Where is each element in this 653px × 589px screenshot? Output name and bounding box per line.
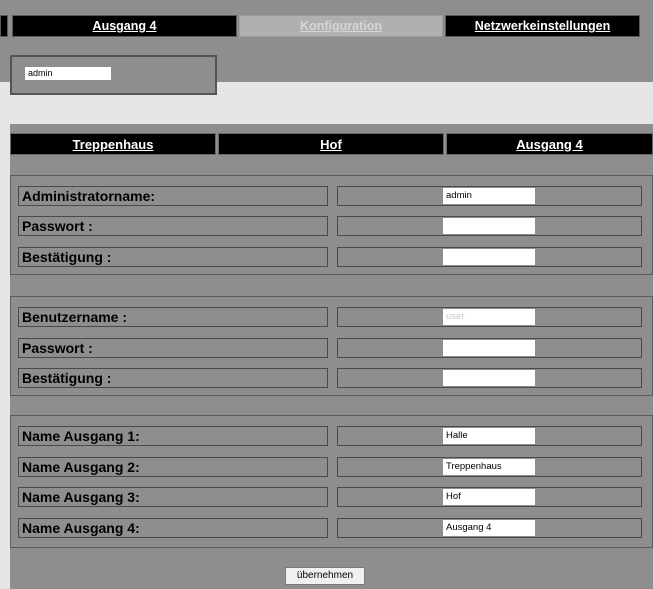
admin-name-label: Administratorname: [18,186,328,206]
tab-partial-left[interactable] [0,15,8,37]
output-4-label: Name Ausgang 4: [18,518,328,538]
output-1-label: Name Ausgang 1: [18,426,328,446]
user-confirm-input[interactable] [443,370,535,386]
output-2-label: Name Ausgang 2: [18,457,328,477]
output-3-input[interactable]: Hof [443,489,535,505]
admin-password-input[interactable] [443,218,535,234]
tab-hof[interactable]: Hof [218,133,444,155]
tab-treppenhaus[interactable]: Treppenhaus [10,133,216,155]
top-admin-name-input[interactable]: admin [25,67,111,80]
admin-confirm-input[interactable] [443,249,535,265]
tab-netzwerkeinstellungen[interactable]: Netzwerkeinstellungen [445,15,640,37]
output-1-input[interactable]: Halle [443,428,535,444]
user-name-label: Benutzername : [18,307,328,327]
tab-ausgang-4[interactable]: Ausgang 4 [446,133,653,155]
output-3-label: Name Ausgang 3: [18,487,328,507]
admin-password-label: Passwort : [18,216,328,236]
output-4-input[interactable]: Ausgang 4 [443,520,535,536]
user-name-input[interactable]: user [443,309,535,325]
user-password-label: Passwort : [18,338,328,358]
admin-name-input[interactable]: admin [443,188,535,204]
tab-ausgang-4-top[interactable]: Ausgang 4 [12,15,237,37]
user-confirm-label: Bestätigung : [18,368,328,388]
output-2-input[interactable]: Treppenhaus [443,459,535,475]
user-password-input[interactable] [443,340,535,356]
admin-confirm-label: Bestätigung : [18,247,328,267]
tab-konfiguration[interactable]: Konfiguration [239,15,443,37]
apply-button[interactable]: übernehmen [285,567,365,585]
